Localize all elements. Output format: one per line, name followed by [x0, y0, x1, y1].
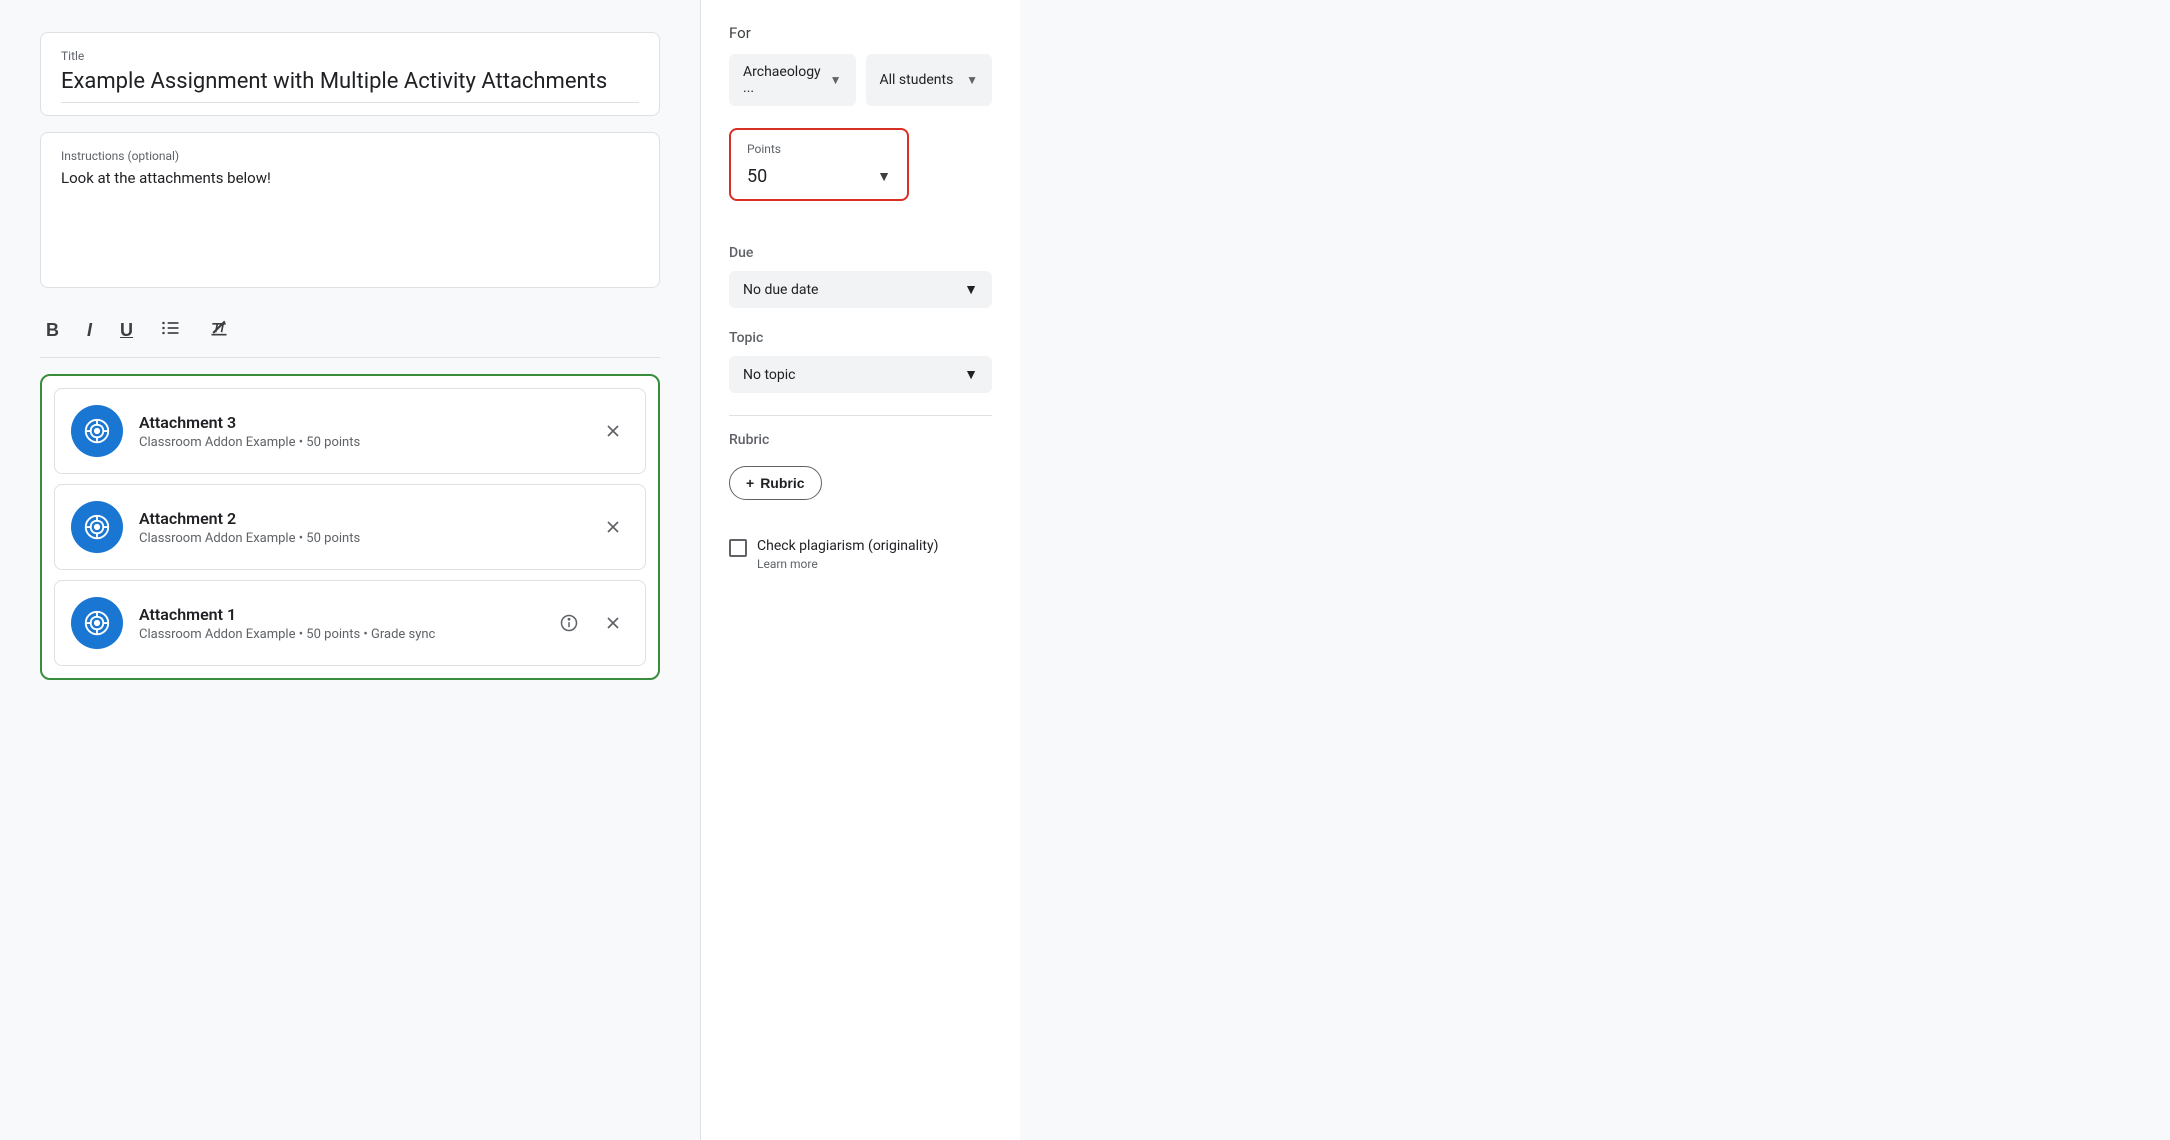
title-input[interactable]: Example Assignment with Multiple Activit… [61, 69, 639, 103]
for-row: Archaeology ... ▼ All students ▼ [729, 54, 992, 106]
attachment-2-remove-button[interactable] [597, 511, 629, 543]
title-label: Title [61, 49, 639, 63]
attachment-1-meta: Classroom Addon Example • 50 points • Gr… [139, 627, 537, 642]
topic-dropdown-value: No topic [743, 367, 795, 383]
due-section: Due No due date ▼ [729, 245, 992, 308]
attachment-3-remove-button[interactable] [597, 415, 629, 447]
topic-section: Topic No topic ▼ [729, 330, 992, 393]
side-panel: For Archaeology ... ▼ All students ▼ Poi… [700, 0, 1020, 1140]
points-chevron-icon: ▼ [877, 168, 891, 185]
due-dropdown-value: No due date [743, 282, 818, 298]
points-value[interactable]: 50 [747, 166, 767, 187]
plagiarism-row: Check plagiarism (originality) Learn mor… [729, 538, 992, 571]
plagiarism-checkbox[interactable] [729, 539, 747, 557]
students-dropdown[interactable]: All students ▼ [866, 54, 993, 106]
class-dropdown-value: Archaeology ... [743, 64, 830, 96]
underline-button[interactable]: U [114, 316, 139, 345]
rubric-button[interactable]: + Rubric [729, 466, 822, 500]
for-section: For Archaeology ... ▼ All students ▼ [729, 24, 992, 106]
attachment-card-3: Attachment 3 Classroom Addon Example • 5… [54, 388, 646, 474]
topic-dropdown[interactable]: No topic ▼ [729, 356, 992, 393]
bold-button[interactable]: B [40, 316, 65, 345]
learn-more-link[interactable]: Learn more [757, 557, 938, 571]
attachment-1-icon [71, 597, 123, 649]
attachment-3-name: Attachment 3 [139, 413, 581, 432]
formatting-toolbar: B I U [40, 304, 660, 358]
rubric-section: Rubric + Rubric [729, 432, 992, 516]
topic-chevron-icon: ▼ [964, 366, 978, 383]
attachment-1-name: Attachment 1 [139, 605, 537, 624]
attachment-2-actions [597, 511, 629, 543]
points-value-row: 50 ▼ [747, 166, 891, 187]
due-label: Due [729, 245, 992, 261]
students-dropdown-chevron-icon: ▼ [966, 73, 978, 87]
due-dropdown[interactable]: No due date ▼ [729, 271, 992, 308]
attachment-3-info: Attachment 3 Classroom Addon Example • 5… [139, 413, 581, 450]
attachment-card-2: Attachment 2 Classroom Addon Example • 5… [54, 484, 646, 570]
attachment-3-actions [597, 415, 629, 447]
attachment-1-info-button[interactable] [553, 607, 585, 639]
rubric-plus-icon: + [746, 475, 754, 491]
points-box: Points 50 ▼ [729, 128, 909, 201]
rubric-label: Rubric [729, 432, 992, 448]
list-button[interactable] [155, 314, 187, 347]
attachment-2-icon [71, 501, 123, 553]
attachment-card-1: Attachment 1 Classroom Addon Example • 5… [54, 580, 646, 666]
title-section: Title Example Assignment with Multiple A… [40, 32, 660, 116]
clear-format-button[interactable] [203, 314, 235, 347]
instructions-label: Instructions (optional) [61, 149, 639, 163]
students-dropdown-value: All students [880, 72, 954, 88]
plagiarism-label: Check plagiarism (originality) [757, 538, 938, 554]
attachments-container: Attachment 3 Classroom Addon Example • 5… [40, 374, 660, 680]
topic-label: Topic [729, 330, 992, 346]
divider [729, 415, 992, 416]
attachment-1-remove-button[interactable] [597, 607, 629, 639]
attachment-1-actions [553, 607, 629, 639]
due-chevron-icon: ▼ [964, 281, 978, 298]
class-dropdown-chevron-icon: ▼ [830, 73, 842, 87]
attachment-2-name: Attachment 2 [139, 509, 581, 528]
points-label: Points [747, 142, 891, 156]
attachment-3-meta: Classroom Addon Example • 50 points [139, 435, 581, 450]
attachment-3-icon [71, 405, 123, 457]
rubric-button-label: Rubric [760, 475, 804, 491]
plagiarism-info: Check plagiarism (originality) Learn mor… [757, 538, 938, 571]
class-dropdown[interactable]: Archaeology ... ▼ [729, 54, 856, 106]
points-section: Points 50 ▼ [729, 128, 992, 223]
attachment-2-info: Attachment 2 Classroom Addon Example • 5… [139, 509, 581, 546]
instructions-section: Instructions (optional) Look at the atta… [40, 132, 660, 288]
for-label: For [729, 24, 992, 42]
attachment-2-meta: Classroom Addon Example • 50 points [139, 531, 581, 546]
attachment-1-info: Attachment 1 Classroom Addon Example • 5… [139, 605, 537, 642]
instructions-input[interactable]: Look at the attachments below! [61, 169, 639, 187]
italic-button[interactable]: I [81, 316, 98, 345]
